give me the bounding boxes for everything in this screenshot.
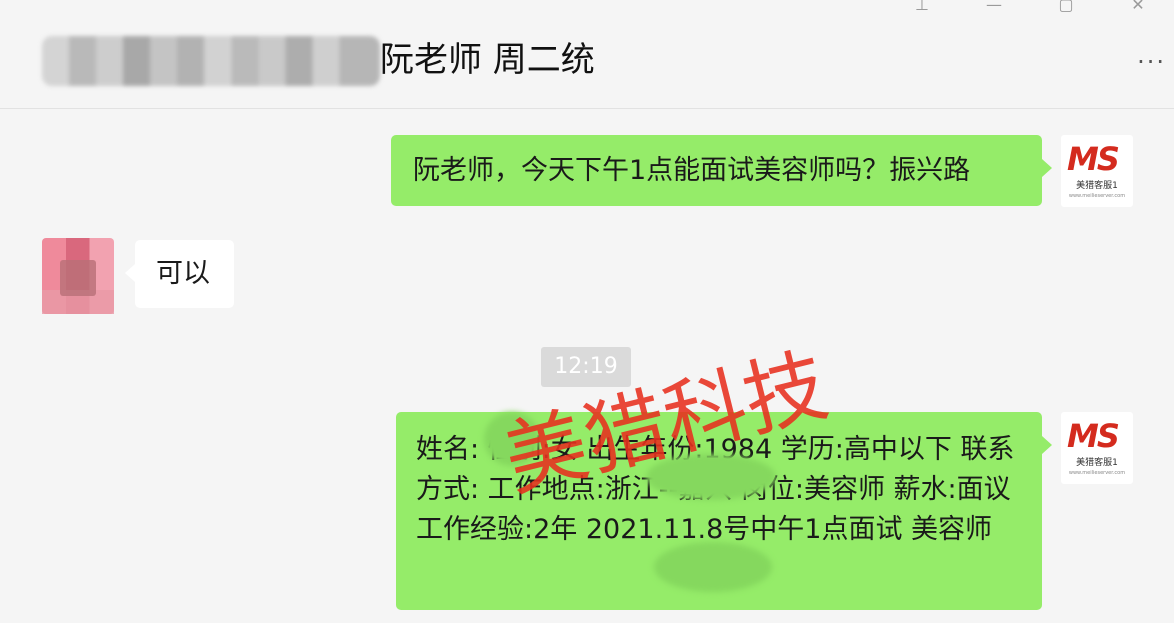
brand-logo-icon: MS [1067, 417, 1120, 455]
message-bubble-incoming[interactable]: 可以 [125, 240, 234, 308]
brand-caption: 美猎客服1 [1076, 181, 1118, 191]
self-avatar[interactable]: MS 美猎客服1 www.meilieserver.com [1061, 412, 1133, 484]
brand-url: www.meilieserver.com [1068, 193, 1126, 199]
brand-caption: 美猎客服1 [1076, 458, 1118, 468]
minimize-icon[interactable]: — [958, 0, 1030, 14]
message-timestamp: 12:19 [541, 347, 631, 387]
maximize-icon[interactable]: ▢ [1030, 0, 1102, 14]
self-avatar[interactable]: MS 美猎客服1 www.meilieserver.com [1061, 135, 1133, 207]
blurred-contact-name [42, 36, 380, 86]
message-text: 阮老师，今天下午1点能面试美容师吗？振兴路 [413, 155, 971, 186]
chat-header: ⊥ — ▢ ✕ 阮老师 周二统 ··· [0, 0, 1174, 109]
chat-title: 阮老师 周二统 [380, 40, 595, 80]
redaction-smudge [654, 542, 772, 592]
pin-icon[interactable]: ⊥ [886, 0, 958, 14]
more-options-button[interactable]: ··· [1137, 50, 1166, 74]
window-controls: ⊥ — ▢ ✕ [886, 0, 1174, 14]
message-bubble-outgoing[interactable]: 阮老师，今天下午1点能面试美容师吗？振兴路 [391, 135, 1052, 206]
close-icon[interactable]: ✕ [1102, 0, 1174, 14]
brand-logo-icon: MS [1067, 140, 1120, 178]
brand-url: www.meilieserver.com [1068, 470, 1126, 476]
message-text: 可以 [156, 258, 210, 289]
contact-avatar[interactable] [42, 238, 114, 314]
